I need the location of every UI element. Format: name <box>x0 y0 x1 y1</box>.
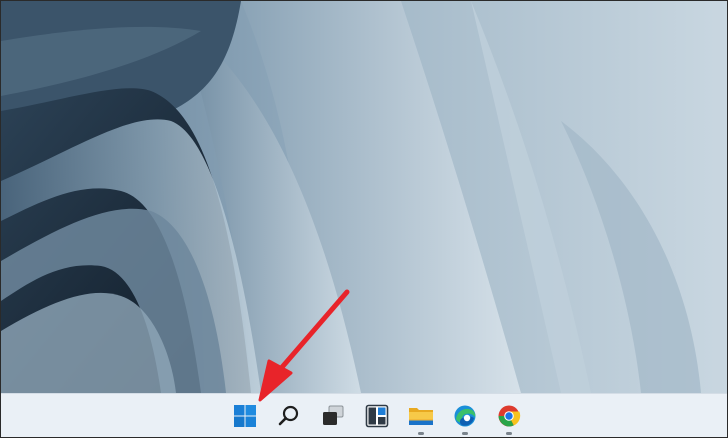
search-icon <box>278 405 299 426</box>
search-button[interactable] <box>267 394 311 437</box>
edge-icon <box>454 405 476 427</box>
running-indicator <box>506 432 512 435</box>
file-explorer-button[interactable] <box>399 394 443 437</box>
chrome-button[interactable] <box>487 394 531 437</box>
start-button[interactable] <box>223 394 267 437</box>
windows-logo-icon <box>234 405 256 427</box>
desktop-wallpaper <box>1 1 727 393</box>
widgets-button[interactable] <box>355 394 399 437</box>
screenshot-frame <box>0 0 728 438</box>
running-indicator <box>462 432 468 435</box>
edge-button[interactable] <box>443 394 487 437</box>
task-view-button[interactable] <box>311 394 355 437</box>
widgets-icon <box>365 404 389 428</box>
taskbar-icons <box>223 394 531 437</box>
taskbar <box>1 393 727 437</box>
task-view-icon <box>323 405 344 425</box>
chrome-icon <box>498 405 521 427</box>
folder-icon <box>409 408 433 425</box>
running-indicator <box>418 432 424 435</box>
